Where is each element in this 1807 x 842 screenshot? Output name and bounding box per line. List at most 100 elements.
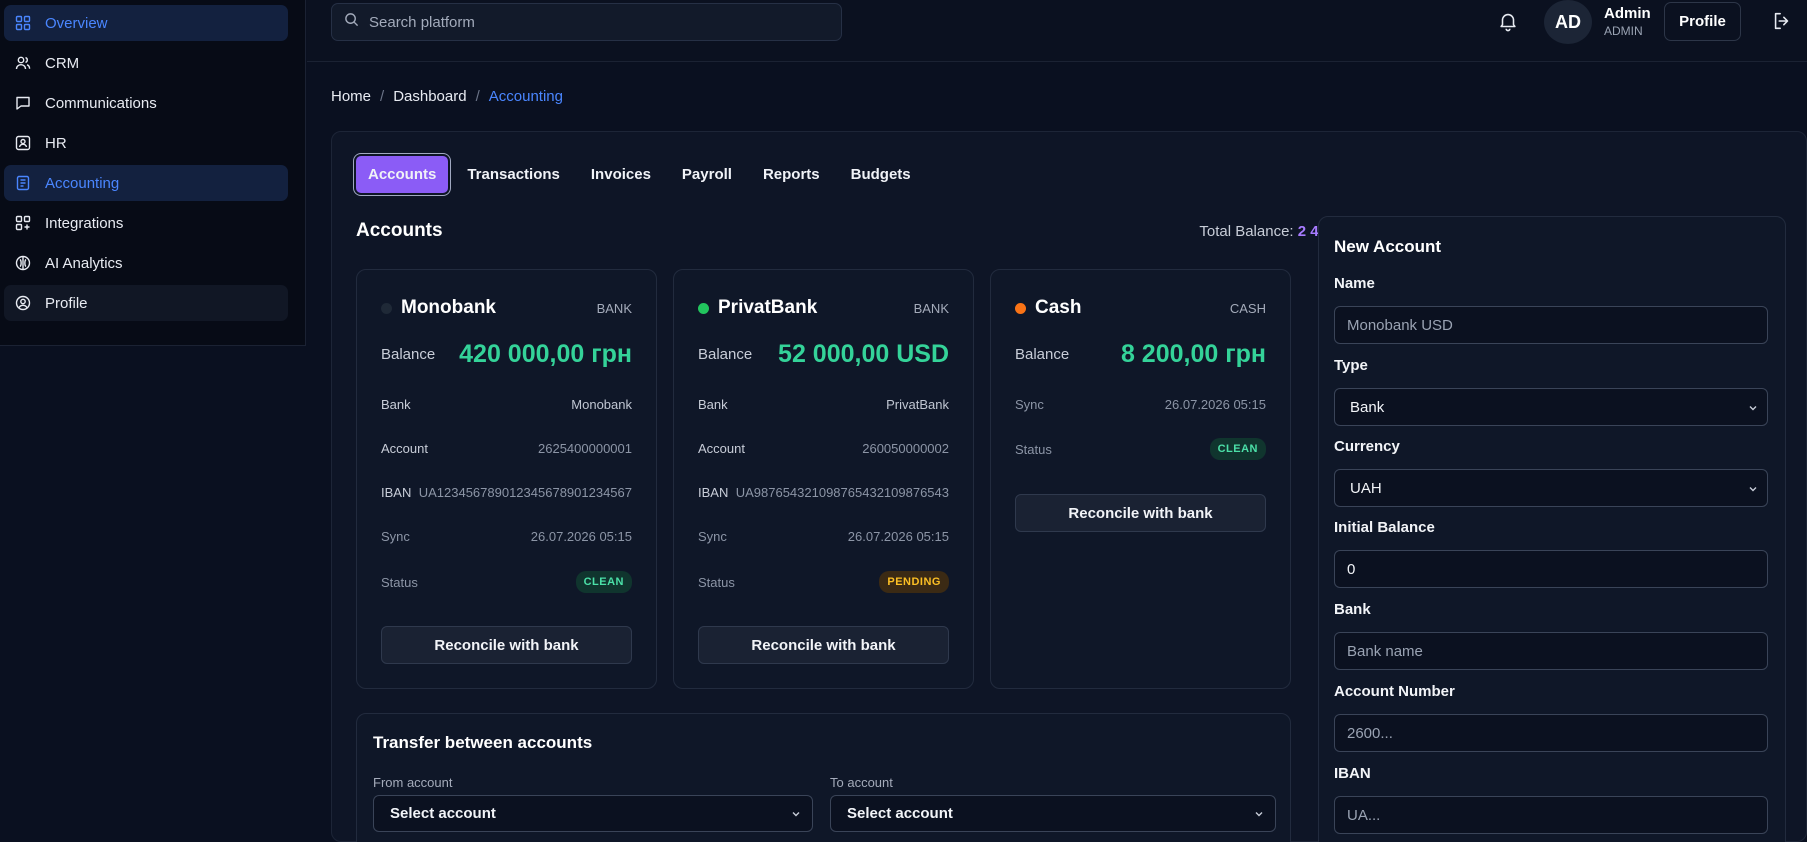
sidebar-item-accounting[interactable]: Accounting — [4, 165, 288, 201]
row-label: Sync — [1015, 397, 1044, 412]
select-value: Select account — [847, 805, 953, 822]
chevron-down-icon — [1747, 401, 1759, 413]
id-card-icon — [15, 135, 31, 151]
row-value: UA987654321098765432109876543 — [735, 485, 949, 500]
card-header: Monobank BANK — [381, 297, 632, 319]
row-value: 26.07.2026 05:15 — [1164, 397, 1266, 412]
card-row-account: Account 2625400000001 — [381, 441, 632, 456]
row-label: Bank — [381, 397, 411, 412]
balance-value: 8 200,00 грн — [1120, 340, 1266, 368]
tab-invoices[interactable]: Invoices — [579, 156, 663, 193]
card-row-iban: IBAN UA987654321098765432109876543 — [698, 485, 949, 500]
to-account-label: To account — [830, 775, 893, 790]
sidebar-item-hr[interactable]: HR — [4, 125, 288, 161]
sidebar-item-crm[interactable]: CRM — [4, 45, 288, 81]
iban-label: IBAN — [1334, 765, 1371, 782]
balance-value: 420 000,00 грн — [459, 340, 632, 368]
chevron-down-icon — [790, 807, 802, 819]
balance-label: Balance — [1015, 346, 1070, 363]
initial-balance-input[interactable]: 0 — [1334, 550, 1768, 588]
search-box[interactable] — [331, 3, 842, 41]
select-value: Bank — [1350, 398, 1385, 416]
bank-input[interactable]: Bank name — [1334, 632, 1768, 670]
profile-button[interactable]: Profile — [1664, 2, 1741, 41]
bell-icon[interactable] — [1497, 10, 1519, 32]
row-label: Status — [1015, 441, 1052, 457]
card-row-account: Account 260050000002 — [698, 441, 949, 456]
sidebar-item-label: HR — [45, 134, 67, 152]
card-row-iban: IBAN UA123456789012345678901234567 — [381, 485, 632, 500]
breadcrumb-dashboard[interactable]: Dashboard — [393, 88, 466, 105]
user-name: Admin — [1604, 5, 1651, 22]
brain-icon — [15, 255, 31, 271]
currency-select[interactable]: UAH — [1334, 469, 1768, 507]
search-input[interactable] — [369, 13, 809, 31]
type-label: Type — [1334, 357, 1368, 374]
sidebar-item-overview[interactable]: Overview — [4, 5, 288, 41]
account-cards: Monobank BANK Balance 420 000,00 грн Ban… — [356, 269, 1291, 689]
account-number-label: Account Number — [1334, 683, 1455, 700]
from-account-select[interactable]: Select account — [373, 795, 813, 832]
status-badge: CLEAN — [1209, 438, 1266, 460]
breadcrumb-separator: / — [380, 88, 385, 105]
tab-transactions[interactable]: Transactions — [455, 156, 572, 193]
tab-reports[interactable]: Reports — [751, 156, 832, 193]
sidebar-item-label: Communications — [45, 94, 157, 112]
status-dot — [381, 302, 392, 314]
reconcile-button[interactable]: Reconcile with bank — [1015, 494, 1266, 532]
tab-accounts[interactable]: Accounts — [356, 156, 449, 193]
sidebar-item-label: Integrations — [45, 214, 124, 232]
account-card-privatbank: PrivatBank BANK Balance 52 000,00 USD Ba… — [673, 269, 974, 689]
sidebar-item-label: Accounting — [45, 174, 120, 192]
balance-value: 52 000,00 USD — [778, 340, 949, 368]
card-balance: Balance 8 200,00 грн — [1015, 340, 1266, 369]
row-value: 2625400000001 — [538, 441, 632, 456]
iban-input[interactable]: UA... — [1334, 796, 1768, 834]
tab-bar: Accounts Transactions Invoices Payroll R… — [356, 156, 930, 193]
row-value: 26.07.2026 05:15 — [530, 529, 632, 544]
breadcrumb-separator: / — [475, 88, 480, 105]
account-card-monobank: Monobank BANK Balance 420 000,00 грн Ban… — [356, 269, 657, 689]
card-balance: Balance 52 000,00 USD — [698, 340, 949, 369]
card-header: Cash CASH — [1015, 297, 1266, 319]
card-type: CASH — [1229, 300, 1266, 316]
type-select[interactable]: Bank — [1334, 388, 1768, 426]
sidebar-item-communications[interactable]: Communications — [4, 85, 288, 121]
ledger-icon — [15, 175, 31, 191]
sidebar-item-profile[interactable]: Profile — [4, 285, 288, 321]
row-value: PrivatBank — [886, 397, 949, 412]
account-number-input[interactable]: 2600... — [1334, 714, 1768, 752]
tab-payroll[interactable]: Payroll — [670, 156, 744, 193]
name-input[interactable]: Monobank USD — [1334, 306, 1768, 344]
card-name: PrivatBank — [718, 297, 818, 318]
card-row-sync: Sync 26.07.2026 05:15 — [698, 529, 949, 544]
search-icon — [344, 12, 359, 32]
top-bar: AD Admin ADMIN Profile — [307, 0, 1807, 62]
status-dot — [1015, 302, 1026, 314]
reconcile-button[interactable]: Reconcile with bank — [698, 626, 949, 664]
transfer-section: Transfer between accounts From account T… — [356, 713, 1291, 842]
sidebar-item-ai-analytics[interactable]: AI Analytics — [4, 245, 288, 281]
user-role: ADMIN — [1604, 24, 1643, 38]
row-label: IBAN — [698, 485, 729, 500]
total-balance-label: Total Balance: — [1199, 223, 1294, 240]
avatar[interactable]: AD — [1544, 0, 1592, 44]
card-row-status: Status PENDING — [698, 571, 949, 593]
form-title: New Account — [1334, 237, 1442, 256]
from-account-label: From account — [373, 775, 453, 790]
breadcrumb-home[interactable]: Home — [331, 88, 371, 105]
breadcrumb-current: Accounting — [488, 88, 563, 105]
sidebar: Overview CRM Communications HR Accountin… — [0, 0, 306, 346]
row-label: Status — [698, 574, 735, 590]
reconcile-button[interactable]: Reconcile with bank — [381, 626, 632, 664]
tab-budgets[interactable]: Budgets — [839, 156, 923, 193]
card-type: BANK — [913, 300, 949, 316]
logout-icon[interactable] — [1771, 10, 1793, 32]
chevron-down-icon — [1253, 807, 1265, 819]
new-account-form: New Account Name Monobank USD Type Bank … — [1318, 216, 1786, 842]
sidebar-item-label: Profile — [45, 294, 88, 312]
card-row-sync: Sync 26.07.2026 05:15 — [1015, 397, 1266, 412]
to-account-select[interactable]: Select account — [830, 795, 1276, 832]
sidebar-item-integrations[interactable]: Integrations — [4, 205, 288, 241]
select-value: Select account — [390, 805, 496, 822]
